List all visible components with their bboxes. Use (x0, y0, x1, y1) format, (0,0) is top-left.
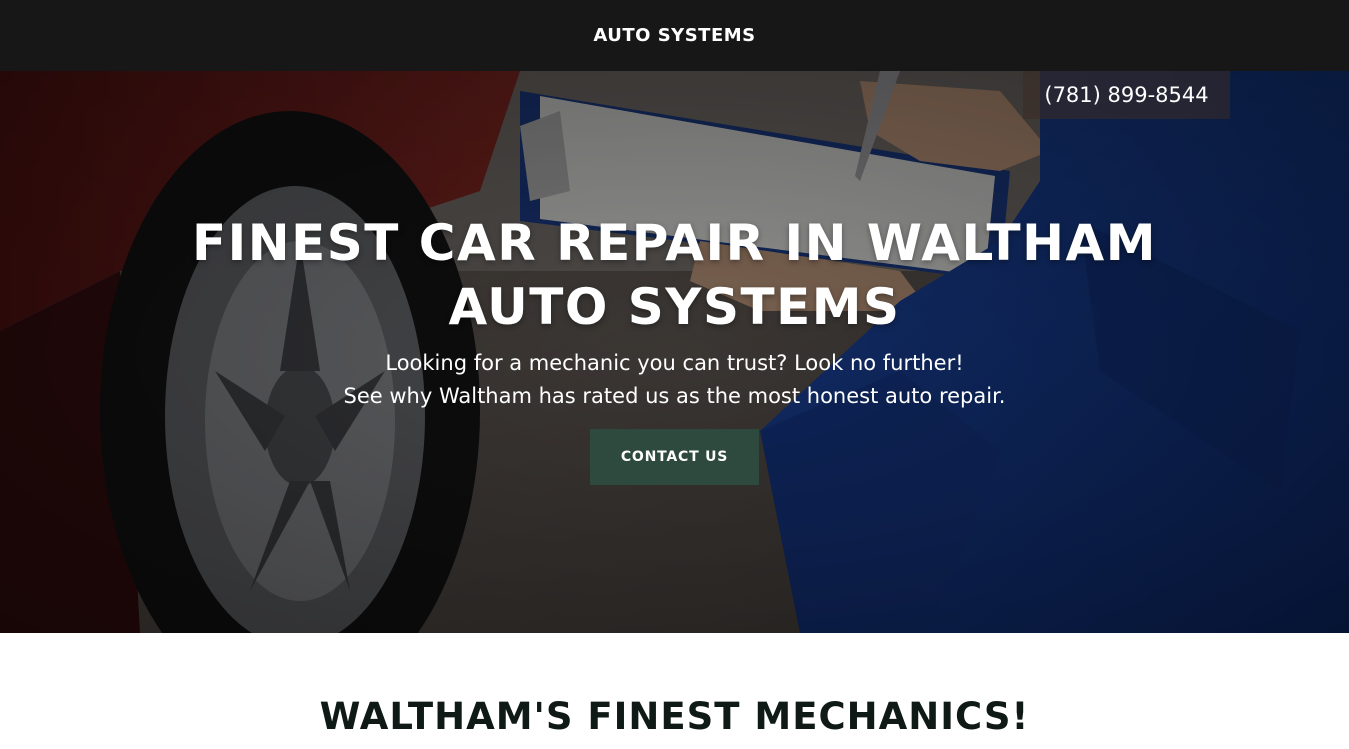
site-header: AUTO SYSTEMS (0, 0, 1349, 71)
hero-title-line-2: AUTO SYSTEMS (448, 278, 901, 336)
hero-title-line-1: FINEST CAR REPAIR IN WALTHAM (192, 214, 1157, 272)
hero-subtitle-line-1: Looking for a mechanic you can trust? Lo… (385, 351, 964, 375)
hero-title: FINEST CAR REPAIR IN WALTHAM AUTO SYSTEM… (0, 211, 1349, 339)
phone-number-link[interactable]: (781) 899-8544 (1023, 71, 1230, 119)
hero-subtitle-line-2: See why Waltham has rated us as the most… (343, 384, 1006, 408)
site-logo-link[interactable]: AUTO SYSTEMS (593, 25, 755, 46)
section-heading: WALTHAM'S FINEST MECHANICS! (319, 695, 1030, 738)
hero-section: (781) 899-8544 FINEST CAR REPAIR IN WALT… (0, 71, 1349, 633)
contact-us-button[interactable]: CONTACT US (590, 429, 759, 485)
